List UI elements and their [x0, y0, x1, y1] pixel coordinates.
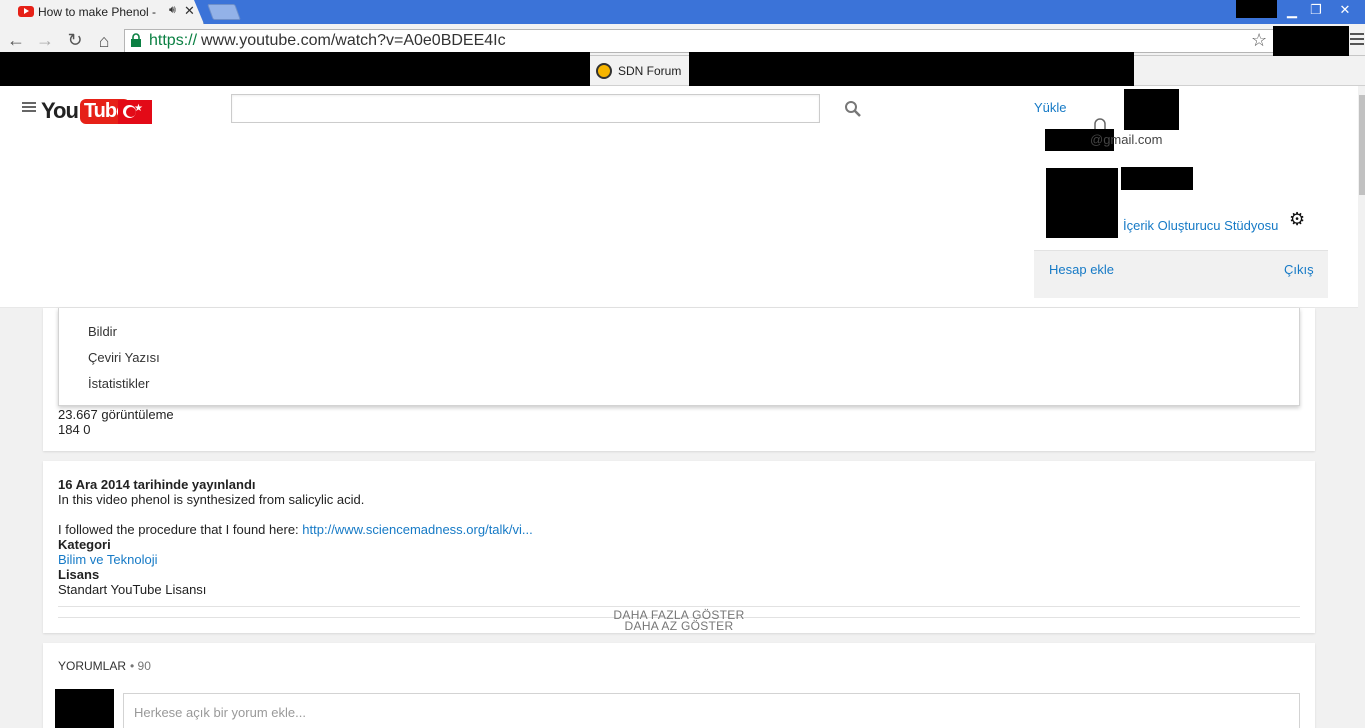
- license-value: Standart YouTube Lisansı: [58, 582, 207, 597]
- comments-count: • 90: [130, 659, 151, 673]
- comment-input[interactable]: [123, 693, 1300, 728]
- guide-menu-icon[interactable]: [22, 102, 36, 113]
- search-icon[interactable]: [843, 99, 863, 119]
- tab-strip: [0, 0, 1365, 24]
- description-line: I followed the procedure that I found he…: [58, 522, 533, 537]
- divider: [58, 606, 1300, 607]
- category-label: Kategori: [58, 537, 111, 552]
- youtube-favicon-icon: [18, 6, 34, 17]
- view-count: 23.667 görüntüleme: [58, 407, 174, 422]
- sign-out-link[interactable]: Çıkış: [1284, 262, 1314, 277]
- more-actions-menu: [58, 308, 1300, 406]
- scrollbar-thumb[interactable]: [1359, 95, 1365, 195]
- url-text[interactable]: www.youtube.com/watch?v=A0e0BDEE4Ic: [201, 32, 506, 50]
- window-close-icon[interactable]: ✕: [1330, 2, 1360, 18]
- menu-item-statistics[interactable]: İstatistikler: [88, 376, 149, 391]
- logo-you: You: [41, 98, 79, 123]
- lock-icon: [131, 33, 141, 47]
- tab-title: How to make Phenol -: [38, 5, 157, 19]
- tab-close-icon[interactable]: ✕: [184, 3, 195, 19]
- like-dislike-count: 184 0: [58, 422, 91, 437]
- category-link[interactable]: Bilim ve Teknoloji: [58, 552, 157, 567]
- comments-title: YORUMLAR: [58, 659, 127, 673]
- description-text: I followed the procedure that I found he…: [58, 522, 303, 537]
- gear-icon[interactable]: ⚙: [1289, 209, 1305, 230]
- home-icon[interactable]: ⌂: [93, 31, 115, 52]
- show-less-button[interactable]: DAHA AZ GÖSTER: [0, 619, 1358, 633]
- bookmark-label: SDN Forum: [618, 64, 682, 78]
- redacted-avatar: [55, 689, 114, 728]
- restore-icon[interactable]: ❐: [1306, 2, 1326, 18]
- reload-icon[interactable]: ↻: [64, 30, 86, 51]
- upload-link[interactable]: Yükle: [1034, 100, 1067, 115]
- creator-studio-link[interactable]: İçerik Oluşturucu Stüdyosu: [1123, 218, 1278, 233]
- add-account-link[interactable]: Hesap ekle: [1049, 262, 1114, 277]
- new-tab-button[interactable]: [207, 4, 241, 20]
- description-line: In this video phenol is synthesized from…: [58, 492, 365, 507]
- redacted-block: [0, 52, 590, 86]
- redacted-block: [1273, 26, 1349, 60]
- forward-arrow-icon[interactable]: →: [34, 30, 56, 51]
- speaker-icon[interactable]: 🔊︎: [169, 4, 176, 17]
- redacted-block: [1124, 89, 1179, 130]
- menu-item-report[interactable]: Bildir: [88, 324, 117, 339]
- back-arrow-icon[interactable]: ←: [5, 30, 27, 51]
- chrome-menu-icon[interactable]: [1350, 33, 1364, 47]
- flag-star-icon: ★: [134, 103, 143, 114]
- url-scheme: https://: [149, 32, 198, 49]
- minimize-icon[interactable]: ▁: [1282, 3, 1302, 19]
- menu-item-transcript[interactable]: Çeviri Yazısı: [88, 350, 160, 365]
- bookmark-sdn-forum[interactable]: SDN Forum: [590, 57, 689, 85]
- youtube-logo[interactable]: You Tube: [41, 98, 131, 124]
- source-link[interactable]: http://www.sciencemadness.org/talk/vi...: [302, 522, 532, 537]
- license-label: Lisans: [58, 567, 100, 582]
- redacted-block: [1121, 167, 1193, 190]
- account-email: @gmail.com: [1090, 132, 1163, 147]
- bookmark-star-icon[interactable]: ☆: [1251, 30, 1267, 51]
- sdn-forum-icon: [596, 63, 612, 79]
- redacted-block: [1236, 0, 1277, 18]
- publish-date: 16 Ara 2014 tarihinde yayınlandı: [58, 477, 256, 492]
- search-input[interactable]: [231, 94, 820, 123]
- redacted-avatar: [1046, 168, 1118, 238]
- redacted-block: [689, 52, 1134, 86]
